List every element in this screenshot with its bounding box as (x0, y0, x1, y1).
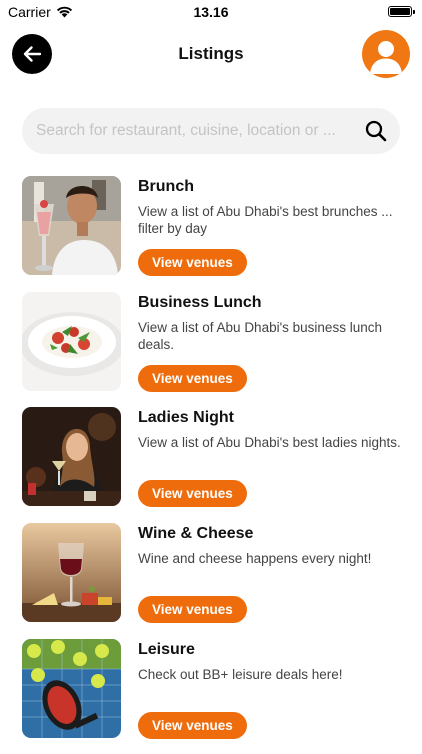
view-venues-button[interactable]: View venues (138, 596, 247, 624)
status-bar: Carrier 13.16 (0, 0, 422, 24)
view-venues-button[interactable]: View venues (138, 364, 247, 392)
search-icon[interactable] (364, 119, 388, 143)
wine-cheese-thumbnail (22, 523, 121, 623)
leisure-thumbnail (22, 638, 121, 738)
search-input[interactable] (36, 122, 358, 140)
user-icon (370, 41, 402, 74)
battery-icon (388, 6, 415, 17)
listing-title: Leisure (138, 640, 195, 658)
listing-title: Business Lunch (138, 293, 262, 311)
listing-description: Wine and cheese happens every night! (138, 551, 372, 567)
listing-item-business-lunch[interactable]: Business Lunch View a list of Abu Dhabi'… (22, 291, 412, 392)
brunch-thumbnail (22, 176, 121, 275)
view-venues-button[interactable]: View venues (138, 480, 247, 508)
ladies-night-thumbnail (22, 407, 121, 507)
profile-avatar-button[interactable] (362, 30, 410, 78)
nav-bar: Listings (0, 30, 422, 80)
listing-description: View a list of Abu Dhabi's best ladies n… (138, 435, 401, 451)
listing-title: Brunch (138, 178, 194, 195)
page-title: Listings (178, 44, 244, 63)
listing-item-wine-cheese[interactable]: Wine & Cheese Wine and cheese happens ev… (22, 523, 412, 624)
listing-item-ladies-night[interactable]: Ladies Night View a list of Abu Dhabi's … (22, 407, 412, 508)
listing-title: Wine & Cheese (138, 525, 254, 543)
view-venues-button[interactable]: View venues (138, 711, 247, 739)
listing-list: Brunch View a list of Abu Dhabi's best b… (22, 176, 412, 754)
listing-item-brunch[interactable]: Brunch View a list of Abu Dhabi's best b… (22, 176, 412, 276)
listing-title: Ladies Night (138, 409, 235, 427)
listing-description: Check out BB+ leisure deals here! (138, 666, 343, 682)
search-bar (22, 108, 400, 154)
view-venues-button[interactable]: View venues (138, 249, 247, 276)
status-time: 13.16 (193, 4, 229, 20)
listing-item-leisure[interactable]: Leisure Check out BB+ leisure deals here… (22, 638, 412, 739)
listing-description: View a list of Abu Dhabi's business lunc… (138, 319, 382, 352)
business-lunch-thumbnail (22, 291, 121, 391)
listing-description: View a list of Abu Dhabi's best brunches… (138, 204, 393, 236)
